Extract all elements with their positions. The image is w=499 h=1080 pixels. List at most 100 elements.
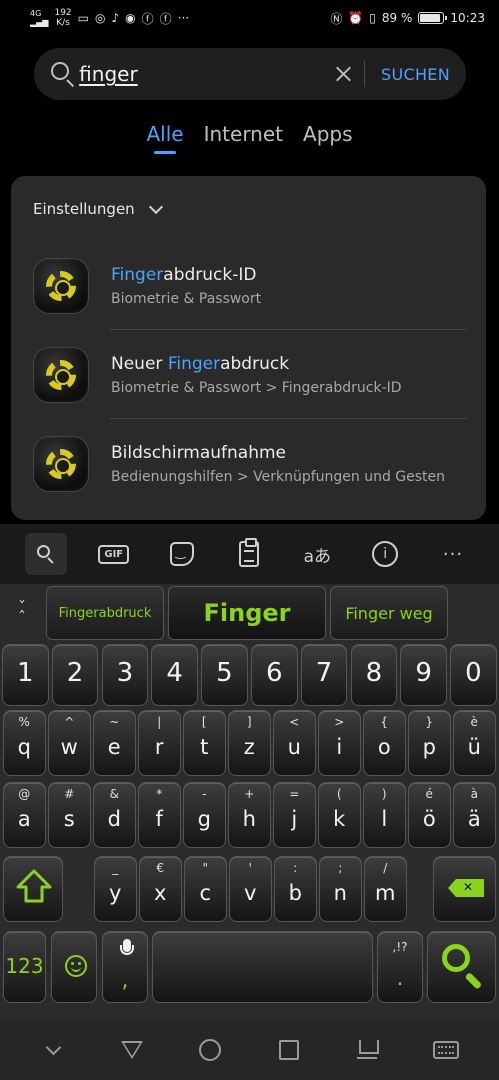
key-p[interactable]: } p [408, 710, 451, 776]
more-icon: ··· [442, 543, 464, 565]
key-alt-label: + [244, 787, 255, 801]
vibrate-icon: ▯ [369, 11, 376, 25]
key-l[interactable]: ) l [363, 782, 406, 848]
search-action-key[interactable] [427, 931, 496, 1003]
search-submit-button[interactable]: SUCHEN [381, 65, 450, 84]
key-8[interactable]: 8 [350, 644, 398, 706]
key-4[interactable]: 4 [151, 644, 198, 706]
key-n[interactable]: ; n [319, 856, 362, 922]
suggestion-chip-primary[interactable]: Finger [168, 586, 326, 640]
nav-recents-button[interactable] [269, 1030, 309, 1070]
key-5[interactable]: 5 [201, 644, 248, 706]
key-k[interactable]: (k [318, 782, 361, 848]
tab-apps[interactable]: Apps [303, 122, 353, 154]
signal-icon: ▂▄▆ [30, 18, 49, 27]
key-i[interactable]: > i [318, 710, 361, 776]
key-d[interactable]: & d [93, 782, 136, 848]
key-label: ä [467, 807, 481, 831]
instagram-icon: ◎ [95, 11, 106, 25]
key-f[interactable]: * f [138, 782, 181, 848]
key-alt-label: è [470, 715, 478, 729]
key-y[interactable]: _ y [94, 856, 137, 922]
key-2[interactable]: 2 [51, 644, 99, 706]
toolbar-info-button[interactable]: i [364, 533, 406, 575]
key-j[interactable]: = j [273, 782, 316, 848]
key-label: 123 [5, 954, 44, 978]
key-o[interactable]: {o [363, 710, 406, 776]
nav-back-button[interactable] [112, 1030, 152, 1070]
suggestion-chip[interactable]: Fingerabdruck [46, 586, 164, 640]
nav-collapse-button[interactable] [33, 1030, 73, 1070]
key-x[interactable]: € x [139, 856, 182, 922]
tab-internet[interactable]: Internet [204, 122, 283, 154]
key-u[interactable]: < u [273, 710, 316, 776]
backspace-key[interactable] [433, 856, 496, 922]
toolbar-more-button[interactable]: ··· [432, 533, 474, 575]
key-7[interactable]: 7 [300, 644, 348, 706]
nav-hide-keyboard-button[interactable] [347, 1030, 387, 1070]
toolbar-gif-button[interactable]: GIF [93, 533, 135, 575]
key-a[interactable]: @ a [3, 782, 46, 848]
suggestion-chip[interactable]: Finger weg [330, 586, 448, 640]
key-b[interactable]: :b [274, 856, 317, 922]
key-z[interactable]: ] z [228, 710, 271, 776]
key-alt-label: " [202, 861, 209, 875]
collapse-suggestions-icon[interactable]: ˇˆ [4, 588, 40, 638]
key-0[interactable]: 0 [450, 644, 497, 706]
key-label: p [422, 735, 436, 759]
result-item-bildschirmaufnahme[interactable]: Bildschirmaufnahme Bedienungshilfen > Ve… [33, 420, 467, 508]
key-label: 4 [166, 658, 183, 688]
key-g[interactable]: -g [183, 782, 226, 848]
search-icon [442, 944, 470, 972]
comma-key[interactable]: , [102, 931, 148, 1003]
key-s[interactable]: # s [48, 782, 91, 848]
key-q[interactable]: % q [3, 710, 46, 776]
emoji-key[interactable] [51, 931, 97, 1003]
key-label: ö [422, 807, 436, 831]
key-w[interactable]: ^ w [48, 710, 91, 776]
result-subtitle: Biometrie & Passwort > Fingerabdruck-ID [111, 380, 402, 396]
search-input[interactable] [79, 62, 329, 86]
nav-keyboard-switch-button[interactable] [426, 1030, 466, 1070]
result-item-neuer-fingerabdruck[interactable]: Neuer Fingerabdruck Biometrie & Passwort… [33, 331, 467, 419]
key-c[interactable]: " c [184, 856, 227, 922]
key-label: k [333, 807, 346, 831]
alarm-icon: ⏰ [348, 11, 364, 25]
key-r[interactable]: | r [138, 710, 181, 776]
space-key[interactable] [152, 931, 373, 1003]
shift-key[interactable] [3, 856, 63, 922]
settings-gear-icon [33, 258, 89, 314]
key-1[interactable]: 1 [2, 644, 49, 706]
key-6[interactable]: 6 [251, 644, 298, 706]
tab-alle[interactable]: Alle [146, 122, 184, 154]
toolbar-sticker-button[interactable] [161, 533, 203, 575]
toolbar-translate-button[interactable]: aあ [296, 533, 338, 575]
toolbar-search-button[interactable] [24, 533, 67, 575]
nav-home-button[interactable] [190, 1030, 230, 1070]
key-label: s [63, 807, 75, 831]
key-ö[interactable]: éö [408, 782, 451, 848]
key-h[interactable]: + h [228, 782, 271, 848]
period-key[interactable]: ,!?. [377, 931, 423, 1003]
result-item-fingerabdruck-id[interactable]: Fingerabdruck-ID Biometrie & Passwort [33, 242, 467, 330]
key-ü[interactable]: èü [453, 710, 496, 776]
key-9[interactable]: 9 [400, 644, 447, 706]
translate-icon: aあ [303, 546, 331, 567]
key-3[interactable]: 3 [101, 644, 149, 706]
section-header[interactable]: Einstellungen [33, 199, 163, 218]
key-label: 1 [16, 658, 34, 688]
toolbar-clipboard-button[interactable] [228, 533, 270, 575]
key-t[interactable]: [t [183, 710, 226, 776]
clear-icon[interactable] [328, 59, 350, 89]
key-alt-label: | [157, 715, 162, 729]
key-ä[interactable]: àä [453, 782, 496, 848]
key-alt-label: ) [381, 787, 387, 801]
key-alt-label: } [425, 715, 434, 729]
key-m[interactable]: / m [364, 856, 407, 922]
nfc-icon: Ⓝ [330, 11, 343, 26]
numbers-mode-key[interactable]: 123 [3, 931, 46, 1003]
key-e[interactable]: ~ e [93, 710, 136, 776]
key-label: l [381, 807, 388, 831]
hide-keyboard-icon [357, 1040, 380, 1060]
key-v[interactable]: ' v [229, 856, 272, 922]
